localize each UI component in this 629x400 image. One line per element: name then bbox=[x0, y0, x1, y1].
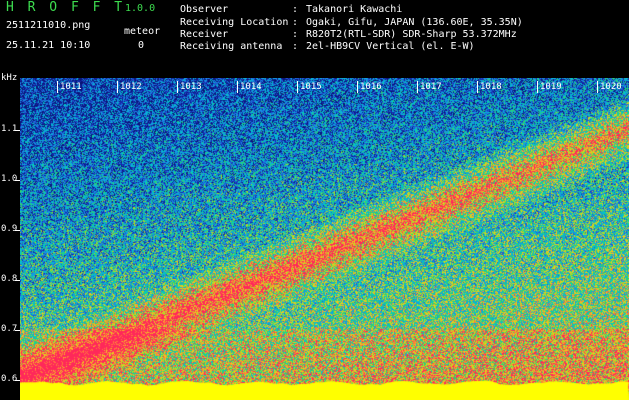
info-value: 2el-HB9CV Vertical (el. E-W) bbox=[306, 41, 475, 52]
time-tick-mark bbox=[597, 81, 598, 93]
time-tick-mark bbox=[357, 81, 358, 93]
info-row-receiver: Receiver: R820T2(RTL-SDR) SDR-Sharp 53.37… bbox=[180, 29, 517, 40]
time-tick-label: 1013 bbox=[180, 82, 202, 92]
time-tick-mark bbox=[237, 81, 238, 93]
frequency-tick-mark bbox=[15, 230, 20, 231]
meteor-label: meteor bbox=[124, 26, 161, 37]
app-title: H R O F F T bbox=[6, 0, 126, 15]
frequency-tick-label: 0.7 bbox=[1, 324, 18, 334]
spectrogram-canvas bbox=[20, 78, 629, 400]
frequency-tick-label: 0.9 bbox=[1, 224, 18, 234]
spectrogram bbox=[20, 78, 629, 400]
time-tick-mark bbox=[417, 81, 418, 93]
time-tick-label: 1018 bbox=[480, 82, 502, 92]
info-label: Receiving antenna bbox=[180, 41, 283, 52]
info-value: Takanori Kawachi bbox=[306, 4, 403, 15]
time-tick-mark bbox=[117, 81, 118, 93]
frequency-tick-mark bbox=[15, 380, 20, 381]
time-tick-mark bbox=[57, 81, 58, 93]
time-tick-label: 1020 bbox=[600, 82, 622, 92]
time-tick-label: 1015 bbox=[300, 82, 322, 92]
app-version: 1.0.0 bbox=[125, 3, 156, 14]
time-tick-mark bbox=[537, 81, 538, 93]
frequency-tick-label: 0.6 bbox=[1, 374, 18, 384]
info-row-location: Receiving Location: Ogaki, Gifu, JAPAN (1… bbox=[180, 17, 523, 28]
frequency-unit-label: kHz bbox=[1, 73, 18, 83]
info-label: Receiver bbox=[180, 29, 229, 40]
frequency-tick-label: 1.0 bbox=[1, 174, 18, 184]
frequency-tick-mark bbox=[15, 130, 20, 131]
frequency-tick-label: 0.8 bbox=[1, 274, 18, 284]
time-tick-label: 1011 bbox=[60, 82, 82, 92]
frequency-tick-label: 1.1 bbox=[1, 124, 18, 134]
time-tick-label: 1017 bbox=[420, 82, 442, 92]
time-tick-mark bbox=[297, 81, 298, 93]
frequency-tick-mark bbox=[15, 330, 20, 331]
frequency-tick-mark bbox=[15, 280, 20, 281]
time-tick-mark bbox=[177, 81, 178, 93]
time-tick-label: 1016 bbox=[360, 82, 382, 92]
time-tick-label: 1014 bbox=[240, 82, 262, 92]
info-value: R820T2(RTL-SDR) SDR-Sharp 53.372MHz bbox=[306, 29, 517, 40]
info-row-observer: Observer: Takanori Kawachi bbox=[180, 4, 403, 15]
frequency-tick-mark bbox=[15, 180, 20, 181]
info-label: Observer bbox=[180, 4, 229, 15]
info-row-antenna: Receiving antenna:2el-HB9CV Vertical (el… bbox=[180, 41, 475, 52]
info-value: Ogaki, Gifu, JAPAN (136.60E, 35.35N) bbox=[306, 17, 523, 28]
time-tick-label: 1012 bbox=[120, 82, 142, 92]
meteor-count: 0 bbox=[138, 40, 145, 51]
time-tick-mark bbox=[477, 81, 478, 93]
file-name: 2511211010.png bbox=[6, 20, 91, 31]
info-label: Receiving Location bbox=[180, 17, 289, 28]
time-tick-label: 1019 bbox=[540, 82, 562, 92]
capture-datetime: 25.11.21 10:10 bbox=[6, 40, 91, 51]
